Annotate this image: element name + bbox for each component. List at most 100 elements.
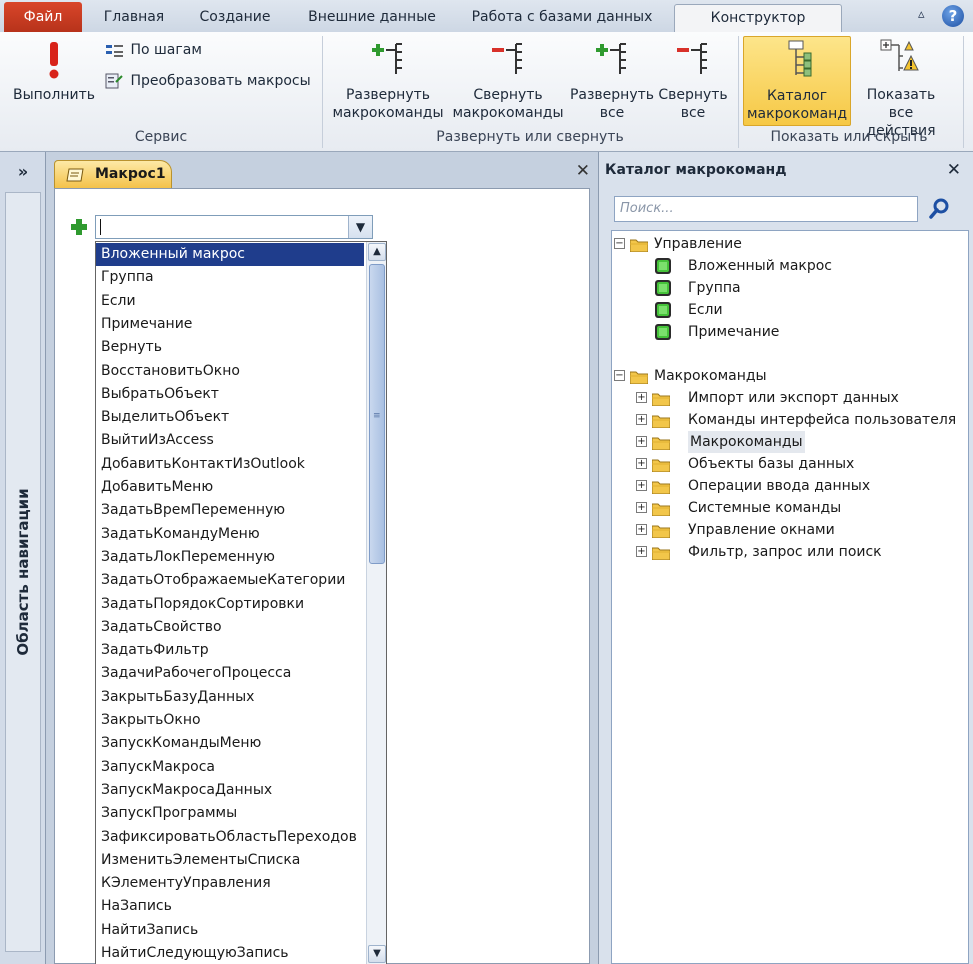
dropdown-item[interactable]: ЗакрытьОкно	[96, 709, 364, 732]
macro-document-tab[interactable]: Макрос1	[54, 160, 172, 188]
catalog-folder-item[interactable]: + Импорт или экспорт данных	[612, 387, 968, 409]
catalog-folder-item[interactable]: + Управление окнами	[612, 519, 968, 541]
dropdown-item[interactable]: ЗапускМакросаДанных	[96, 779, 364, 802]
dropdown-item[interactable]: НайтиСледующуюЗапись	[96, 942, 364, 964]
expand-actions-icon	[368, 38, 408, 80]
catalog-title: Каталог макрокоманд	[605, 162, 787, 178]
dropdown-item[interactable]: ЗадатьПорядокСортировки	[96, 593, 364, 616]
action-catalog-button[interactable]: Каталог макрокоманд	[743, 36, 851, 126]
convert-macros-icon	[104, 72, 126, 90]
tab-external-data[interactable]: Внешние данные	[300, 4, 444, 33]
dropdown-item[interactable]: ЗадатьЛокПеременную	[96, 546, 364, 569]
dropdown-item[interactable]: ВыделитьОбъект	[96, 406, 364, 429]
tab-database-tools[interactable]: Работа с базами данных	[464, 4, 660, 33]
dropdown-item[interactable]: ДобавитьКонтактИзOutlook	[96, 453, 364, 476]
dropdown-item[interactable]: ЗадатьВремПеременную	[96, 499, 364, 522]
run-button[interactable]: Выполнить	[8, 38, 100, 122]
collapse-actions-button[interactable]: Свернуть макрокоманды	[450, 38, 566, 122]
show-all-actions-button[interactable]: Показать все действия	[852, 38, 950, 140]
group-label-show: Показать или скрыть	[770, 129, 928, 145]
dropdown-item[interactable]: ЗадатьКомандуМеню	[96, 523, 364, 546]
collapse-all-label-1: Свернуть	[658, 87, 728, 103]
tab-create[interactable]: Создание	[192, 4, 278, 33]
close-document-button[interactable]: ✕	[576, 161, 590, 181]
catalog-folder-item[interactable]: + Фильтр, запрос или поиск	[612, 541, 968, 563]
catalog-folder-item[interactable]: − Управление	[612, 233, 968, 255]
expand-icon[interactable]: +	[636, 546, 647, 557]
catalog-folder-item[interactable]: + Системные команды	[612, 497, 968, 519]
dropdown-item[interactable]: ВыбратьОбъект	[96, 383, 364, 406]
tree-item-label: Макрокоманды	[688, 431, 805, 453]
tree-item-label: Операции ввода данных	[688, 478, 871, 494]
folder-icon	[651, 391, 671, 407]
catalog-folder-item[interactable]: + Макрокоманды	[612, 431, 968, 453]
catalog-folder-item[interactable]: − Макрокоманды	[612, 365, 968, 387]
action-catalog-label-2: макрокоманд	[746, 106, 848, 122]
catalog-folder-item[interactable]: + Команды интерфейса пользователя	[612, 409, 968, 431]
search-icon[interactable]	[927, 196, 953, 222]
scroll-thumb[interactable]: ≡	[369, 264, 385, 564]
catalog-action-item[interactable]: Вложенный макрос	[612, 255, 968, 277]
dropdown-item[interactable]: ЗакрытьБазуДанных	[96, 686, 364, 709]
scroll-up-button[interactable]: ▲	[368, 243, 386, 261]
dropdown-scrollbar[interactable]: ▲ ≡ ▼	[366, 242, 386, 964]
catalog-folder-item[interactable]: + Операции ввода данных	[612, 475, 968, 497]
expand-icon[interactable]: +	[636, 436, 647, 447]
dropdown-item[interactable]: ЗадачиРабочегоПроцесса	[96, 662, 364, 685]
expand-actions-button[interactable]: Развернуть макрокоманды	[328, 38, 448, 122]
combo-dropdown-button[interactable]: ▼	[348, 216, 372, 238]
scroll-down-button[interactable]: ▼	[368, 945, 386, 963]
minimize-ribbon-icon[interactable]: ▵	[918, 7, 925, 22]
navigation-pane-bar[interactable]: Область навигации	[5, 192, 41, 952]
close-catalog-button[interactable]: ✕	[947, 160, 961, 180]
expand-navigation-button[interactable]: »	[6, 162, 40, 186]
action-catalog-pane: Каталог макрокоманд ✕ Поиск... − Управлен…	[598, 152, 973, 964]
folder-icon	[651, 479, 671, 495]
dropdown-item[interactable]: ЗафиксироватьОбластьПереходов	[96, 826, 364, 849]
dropdown-item[interactable]: ЗадатьОтображаемыеКатегории	[96, 569, 364, 592]
expand-icon[interactable]: +	[636, 524, 647, 535]
dropdown-item[interactable]: ДобавитьМеню	[96, 476, 364, 499]
tab-file[interactable]: Файл	[4, 2, 82, 33]
dropdown-item[interactable]: ЗапускКомандыМеню	[96, 732, 364, 755]
dropdown-item[interactable]: Вложенный макрос	[96, 243, 364, 266]
tab-design[interactable]: Конструктор	[674, 4, 842, 34]
expand-icon[interactable]: +	[636, 414, 647, 425]
catalog-folder-item[interactable]: + Объекты базы данных	[612, 453, 968, 475]
dropdown-item[interactable]: КЭлементуУправления	[96, 872, 364, 895]
dropdown-item[interactable]: Если	[96, 290, 364, 313]
dropdown-item[interactable]: НайтиЗапись	[96, 919, 364, 942]
dropdown-item[interactable]: НаЗапись	[96, 895, 364, 918]
collapse-all-button[interactable]: Свернуть все	[656, 38, 730, 122]
collapse-icon[interactable]: −	[614, 370, 625, 381]
dropdown-item[interactable]: Вернуть	[96, 336, 364, 359]
collapse-icon[interactable]: −	[614, 238, 625, 249]
single-step-label: По шагам	[130, 42, 202, 58]
catalog-search-input[interactable]: Поиск...	[614, 196, 918, 222]
tree-item-label: Вложенный макрос	[688, 258, 832, 274]
help-icon[interactable]: ?	[942, 5, 964, 27]
add-action-combobox[interactable]: ▼	[95, 215, 373, 239]
expand-icon[interactable]: +	[636, 502, 647, 513]
expand-icon[interactable]: +	[636, 480, 647, 491]
single-step-button[interactable]: По шагам	[104, 41, 202, 59]
dropdown-item[interactable]: ЗадатьФильтр	[96, 639, 364, 662]
catalog-action-item[interactable]: Если	[612, 299, 968, 321]
expand-all-button[interactable]: Развернуть все	[568, 38, 656, 122]
dropdown-item[interactable]: ИзменитьЭлементыСписка	[96, 849, 364, 872]
dropdown-item[interactable]: ВыйтиИзAccess	[96, 429, 364, 452]
catalog-action-item[interactable]: Группа	[612, 277, 968, 299]
expand-icon[interactable]: +	[636, 458, 647, 469]
tree-item-label: Объекты базы данных	[688, 456, 855, 472]
dropdown-item[interactable]: ЗадатьСвойство	[96, 616, 364, 639]
dropdown-item[interactable]: Группа	[96, 266, 364, 289]
catalog-action-item[interactable]: Примечание	[612, 321, 968, 343]
expand-icon[interactable]: +	[636, 392, 647, 403]
dropdown-item[interactable]: Примечание	[96, 313, 364, 336]
dropdown-item[interactable]: ЗапускПрограммы	[96, 802, 364, 825]
catalog-tree: − Управление Вложенный макрос Группа Если При…	[611, 230, 969, 964]
dropdown-item[interactable]: ЗапускМакроса	[96, 756, 364, 779]
convert-macros-button[interactable]: Преобразовать макросы	[104, 72, 311, 90]
tab-home[interactable]: Главная	[98, 4, 170, 33]
dropdown-item[interactable]: ВосстановитьОкно	[96, 360, 364, 383]
